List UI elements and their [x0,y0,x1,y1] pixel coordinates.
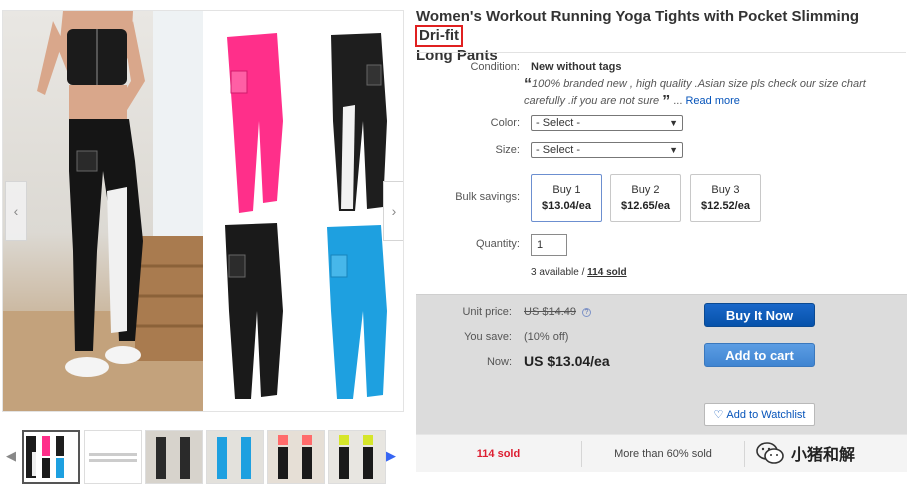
gallery-prev-arrow[interactable]: ‹ [5,181,27,241]
leggings-variants-svg [225,33,387,399]
bulk-qty: Buy 1 [552,184,581,196]
title-highlight: Dri-fit [415,25,463,47]
heart-icon: ♡ [713,409,724,421]
wechat-icon [756,442,784,464]
title-divider [416,52,906,53]
model-photo-svg [3,11,203,411]
thumbnail-4-art [207,431,263,483]
color-label: Color: [490,117,520,129]
chevron-right-icon: › [391,203,397,219]
thumbnail-3[interactable] [145,430,203,484]
you-save-label: You save: [464,331,512,343]
color-select-value: - Select - [536,117,581,129]
open-quote-icon: “ [524,76,532,93]
product-image-gallery[interactable]: ‹ › [2,10,404,412]
now-price: US $13.04/ea [524,353,610,369]
bulk-option-buy-2[interactable]: Buy 2 $12.65/ea [610,174,681,222]
condition-description: “100% branded new , high quality .Asian … [524,76,908,110]
size-select-value: - Select - [536,144,581,156]
model-photo [3,11,203,411]
bulk-option-buy-1[interactable]: Buy 1 $13.04/ea [531,174,602,222]
leggings-variants-photo [203,11,403,411]
buy-it-now-button[interactable]: Buy It Now [704,303,815,327]
thumbnail-5[interactable] [267,430,325,484]
thumbnail-1-art [24,432,78,482]
add-to-watchlist-button[interactable]: ♡ Add to Watchlist [704,403,815,426]
available-count: 3 available / [531,267,585,278]
sold-count-stat: 114 sold [476,448,521,460]
chevron-down-icon: ▼ [669,145,678,155]
now-label: Now: [486,356,512,368]
gallery-next-arrow[interactable]: › [383,181,403,241]
sold-count-link[interactable]: 114 sold [587,267,626,278]
product-title: Women's Workout Running Yoga Tights with… [415,8,906,64]
read-more-link[interactable]: Read more [685,95,739,107]
bulk-qty: Buy 3 [711,184,740,196]
size-select[interactable]: - Select - ▼ [531,142,683,158]
percent-sold-stat: More than 60% sold [614,448,712,460]
bulk-qty: Buy 2 [631,184,660,196]
color-select[interactable]: - Select - ▼ [531,115,683,131]
thumbnail-6[interactable] [328,430,386,484]
unit-price-value: US $14.49 [524,306,576,318]
thumbnail-2-art [85,431,141,483]
you-save-value: (10% off) [524,331,569,343]
thumbnail-6-art [329,431,385,483]
bulk-savings-label: Bulk savings: [455,191,520,203]
watchlist-label: Add to Watchlist [726,408,806,421]
unit-price-label: Unit price: [462,306,512,318]
close-quote-icon: ” [662,93,671,110]
chevron-left-icon: ‹ [13,203,19,219]
thumbnail-strip: ◀ ▶ [2,424,402,486]
watermark-text: 小猪和解 [791,447,856,464]
thumbnail-3-art [146,431,202,483]
thumbnail-next-icon[interactable]: ▶ [386,448,396,464]
ellipsis: ... [673,95,683,107]
wechat-watermark: 小猪和解 [755,437,855,469]
thumbnail-2[interactable] [84,430,142,484]
condition-label: Condition: [470,61,520,73]
condition-value: New without tags [531,61,622,73]
availability: 3 available / 114 sold [531,267,627,278]
bulk-price: $12.65/ea [621,200,670,212]
add-to-cart-button[interactable]: Add to cart [704,343,815,367]
thumbnail-5-art [268,431,324,483]
thumbnail-4[interactable] [206,430,264,484]
unit-price: US $14.49? [524,306,591,318]
info-icon[interactable]: ? [581,308,591,317]
bulk-option-buy-3[interactable]: Buy 3 $12.52/ea [690,174,761,222]
quantity-label: Quantity: [475,238,520,250]
thumbnail-prev-icon[interactable]: ◀ [6,448,16,464]
title-main: Women's Workout Running Yoga Tights with… [416,8,860,25]
chevron-down-icon: ▼ [669,118,678,128]
size-label: Size: [495,144,520,156]
thumbnail-1[interactable] [22,430,80,484]
bulk-price: $13.04/ea [542,200,591,212]
stat-divider [744,441,745,467]
bulk-price: $12.52/ea [701,200,750,212]
quantity-input[interactable] [531,234,567,256]
